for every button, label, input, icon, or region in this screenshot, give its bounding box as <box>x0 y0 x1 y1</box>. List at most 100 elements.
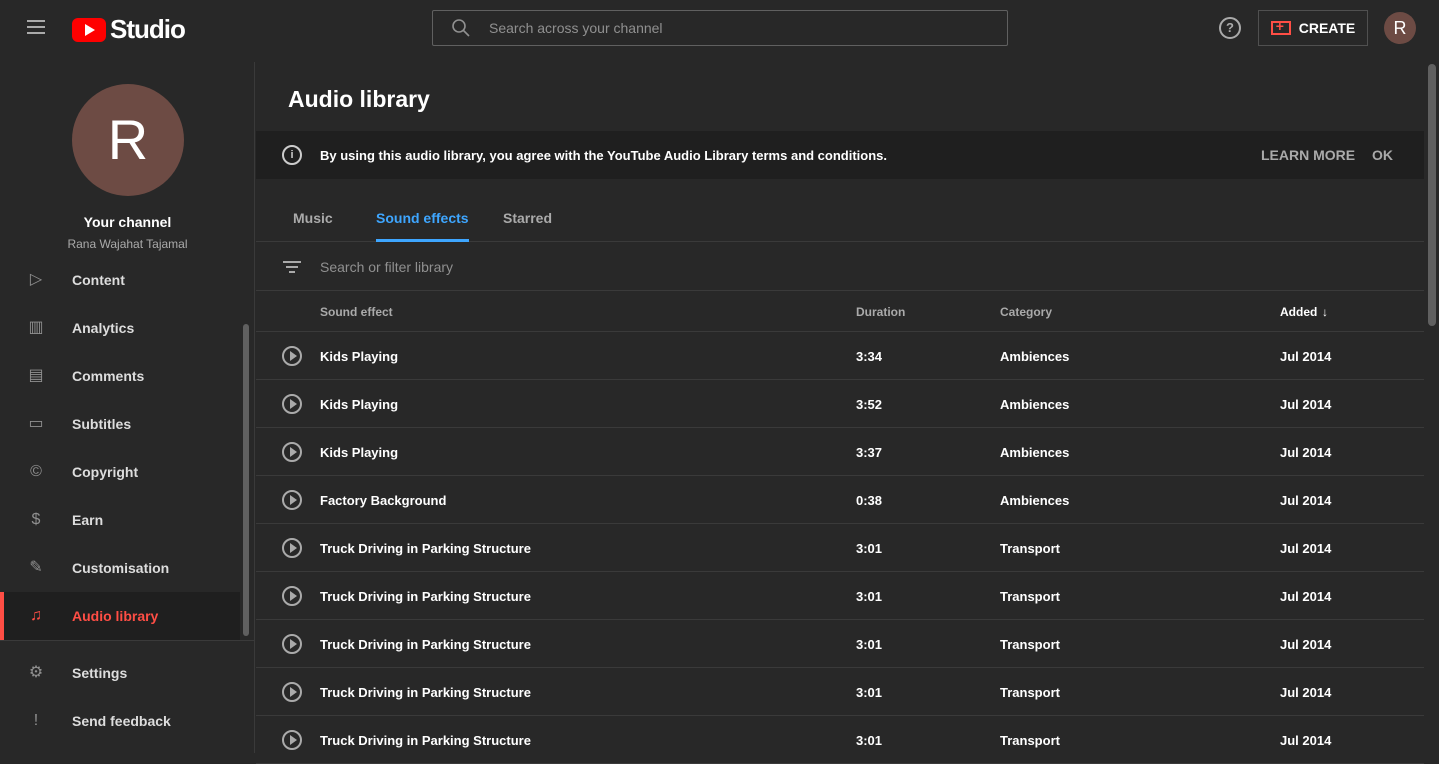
youtube-logo-icon <box>72 17 106 42</box>
row-category: Ambiences <box>1000 349 1070 364</box>
row-category: Transport <box>1000 541 1060 556</box>
studio-logo[interactable]: Studio <box>72 14 186 45</box>
row-added: Jul 2014 <box>1280 445 1332 460</box>
play-icon[interactable] <box>282 538 302 558</box>
table-row[interactable]: Kids Playing 3:52 Ambiences Jul 2014 <box>256 380 1424 428</box>
subtitles-icon: ▭ <box>28 415 44 432</box>
table-row[interactable]: Factory Background 0:38 Ambiences Jul 20… <box>256 476 1424 524</box>
table-row[interactable]: Truck Driving in Parking Structure 3:01 … <box>256 524 1424 572</box>
column-sound-effect[interactable]: Sound effect <box>320 305 393 319</box>
sidebar-item-label: Content <box>72 272 125 288</box>
search-box[interactable] <box>432 10 1008 46</box>
help-icon[interactable]: ? <box>1219 17 1241 39</box>
account-avatar[interactable]: R <box>1384 12 1416 44</box>
sidebar-item-comments[interactable]: ▤ Comments <box>0 352 240 400</box>
row-added: Jul 2014 <box>1280 637 1332 652</box>
row-added: Jul 2014 <box>1280 733 1332 748</box>
table-row[interactable]: Kids Playing 3:37 Ambiences Jul 2014 <box>256 428 1424 476</box>
earn-icon: $ <box>31 511 41 528</box>
sidebar-item-label: Analytics <box>72 320 135 336</box>
row-title: Factory Background <box>320 493 447 508</box>
create-label: CREATE <box>1298 20 1356 36</box>
row-duration: 3:01 <box>856 685 883 700</box>
settings-icon: ⚙ <box>28 664 44 681</box>
tab-sound-effects[interactable]: Sound effects <box>376 210 469 242</box>
play-icon[interactable] <box>282 346 302 366</box>
row-category: Ambiences <box>1000 397 1070 412</box>
table-row[interactable]: Truck Driving in Parking Structure 3:01 … <box>256 716 1424 764</box>
play-icon[interactable] <box>282 634 302 654</box>
filter-icon[interactable] <box>282 258 302 276</box>
main-content: Audio library i By using this audio libr… <box>256 56 1424 764</box>
sidebar-item-settings[interactable]: ⚙ Settings <box>0 649 240 697</box>
channel-avatar[interactable]: R <box>72 84 184 196</box>
row-category: Transport <box>1000 685 1060 700</box>
hamburger-menu-icon[interactable] <box>24 16 48 40</box>
row-added: Jul 2014 <box>1280 349 1332 364</box>
table-row[interactable]: Truck Driving in Parking Structure 3:01 … <box>256 620 1424 668</box>
sidebar-item-subtitles[interactable]: ▭ Subtitles <box>0 400 240 448</box>
channel-name: Rana Wajahat Tajamal <box>67 237 188 251</box>
sidebar-item-content[interactable]: ▷ Content <box>0 256 240 304</box>
filter-input[interactable] <box>320 258 920 275</box>
sidebar-item-label: Subtitles <box>72 416 132 432</box>
audio-library-icon: ♫ <box>30 607 42 624</box>
learn-more-button[interactable]: LEARN MORE <box>1261 147 1355 163</box>
column-added[interactable]: Added <box>1280 305 1317 319</box>
sidebar-item-customisation[interactable]: ✎ Customisation <box>0 544 240 592</box>
row-title: Truck Driving in Parking Structure <box>320 541 531 556</box>
row-added: Jul 2014 <box>1280 493 1332 508</box>
sidebar-item-label: Copyright <box>72 464 139 480</box>
sidebar-item-earn[interactable]: $ Earn <box>0 496 240 544</box>
row-duration: 3:01 <box>856 733 883 748</box>
column-duration[interactable]: Duration <box>856 305 905 319</box>
library-tabs: Music Sound effects Starred <box>256 179 1424 242</box>
sidebar: R Your channel Rana Wajahat Tajamal ▷ Co… <box>0 62 255 753</box>
play-icon[interactable] <box>282 442 302 462</box>
row-category: Transport <box>1000 733 1060 748</box>
main-scrollbar[interactable] <box>1428 64 1436 326</box>
sidebar-scrollbar[interactable] <box>243 324 249 636</box>
sidebar-item-analytics[interactable]: ▥ Analytics <box>0 304 240 352</box>
tab-music[interactable]: Music <box>293 210 333 242</box>
play-icon[interactable] <box>282 394 302 414</box>
table-row[interactable]: Kids Playing 3:34 Ambiences Jul 2014 <box>256 332 1424 380</box>
row-title: Truck Driving in Parking Structure <box>320 589 531 604</box>
row-title: Truck Driving in Parking Structure <box>320 733 531 748</box>
row-added: Jul 2014 <box>1280 397 1332 412</box>
search-input[interactable] <box>489 20 969 36</box>
row-duration: 3:01 <box>856 541 883 556</box>
ok-button[interactable]: OK <box>1372 147 1393 163</box>
row-duration: 3:01 <box>856 589 883 604</box>
row-title: Truck Driving in Parking Structure <box>320 637 531 652</box>
row-category: Ambiences <box>1000 493 1070 508</box>
play-icon[interactable] <box>282 586 302 606</box>
create-button[interactable]: CREATE <box>1258 10 1368 46</box>
sidebar-item-send-feedback[interactable]: ! Send feedback <box>0 697 240 745</box>
filter-bar <box>256 243 1424 291</box>
table-header: Sound effect Duration Category Added ↓ <box>256 291 1424 332</box>
row-category: Ambiences <box>1000 445 1070 460</box>
copyright-icon: © <box>30 463 42 480</box>
row-title: Kids Playing <box>320 349 399 364</box>
create-video-icon <box>1270 18 1291 35</box>
banner-message: By using this audio library, you agree w… <box>320 147 888 163</box>
row-title: Kids Playing <box>320 445 399 460</box>
sidebar-item-label: Send feedback <box>72 713 171 729</box>
table-row[interactable]: Truck Driving in Parking Structure 3:01 … <box>256 668 1424 716</box>
sort-down-arrow-icon[interactable]: ↓ <box>1322 305 1328 319</box>
tab-starred[interactable]: Starred <box>503 210 552 242</box>
sidebar-item-audio-library[interactable]: ♫ Audio library <box>0 592 240 640</box>
play-icon[interactable] <box>282 490 302 510</box>
column-category[interactable]: Category <box>1000 305 1052 319</box>
sidebar-item-label: Audio library <box>72 608 159 624</box>
sidebar-item-copyright[interactable]: © Copyright <box>0 448 240 496</box>
customisation-icon: ✎ <box>29 559 43 576</box>
row-title: Truck Driving in Parking Structure <box>320 685 531 700</box>
row-added: Jul 2014 <box>1280 589 1332 604</box>
row-title: Kids Playing <box>320 397 399 412</box>
sidebar-divider <box>0 640 255 641</box>
play-icon[interactable] <box>282 730 302 750</box>
play-icon[interactable] <box>282 682 302 702</box>
table-row[interactable]: Truck Driving in Parking Structure 3:01 … <box>256 572 1424 620</box>
